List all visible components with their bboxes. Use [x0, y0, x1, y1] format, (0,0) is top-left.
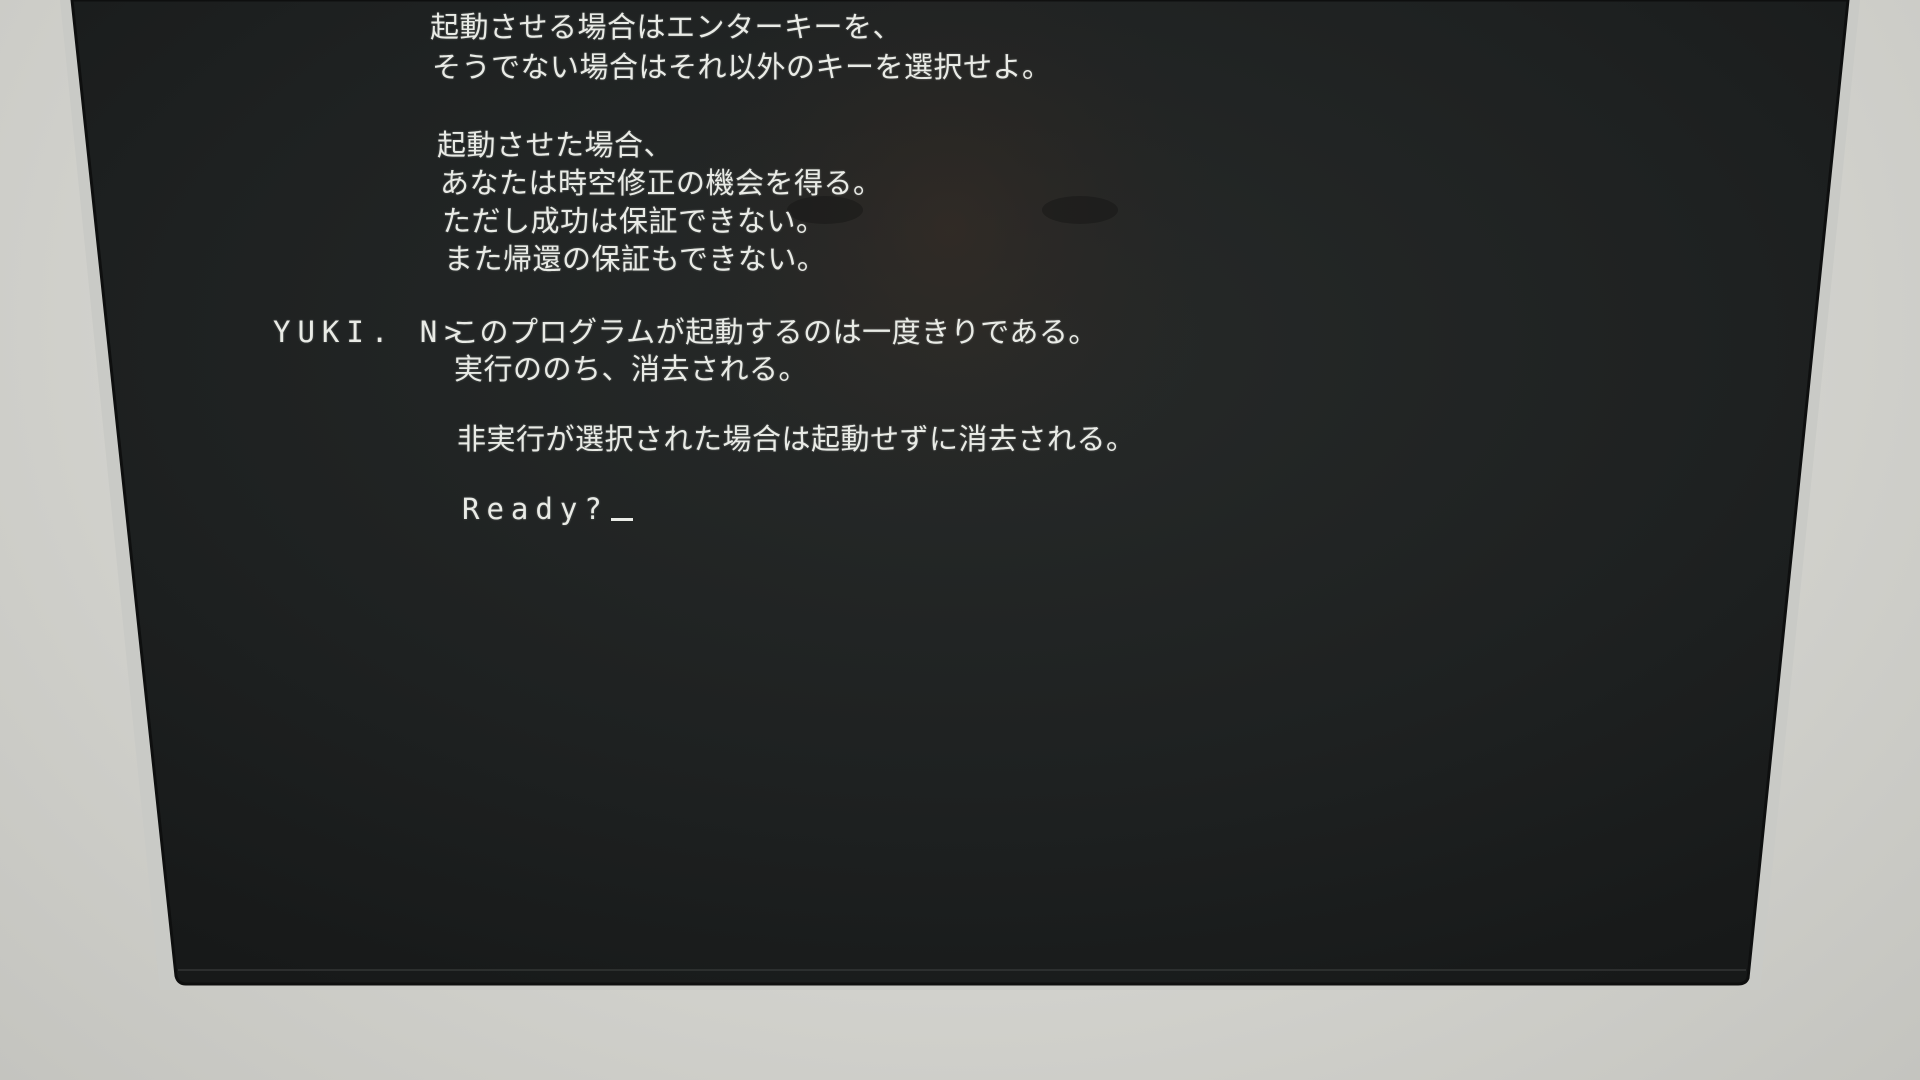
message-line: あなたは時空修正の機会を得る。 [440, 166, 883, 200]
text-cursor [610, 518, 633, 521]
message-line: このプログラムが起動するのは一度きりである。 [450, 315, 1098, 349]
message-line: そうでない場合はそれ以外のキーを選択せよ。 [432, 50, 1052, 84]
message-line: ただし成功は保証できない。 [442, 204, 826, 238]
prompt-text: Ready? [462, 492, 609, 526]
message-line: また帰還の保証もできない。 [444, 242, 827, 276]
terminal-text-area: 起動させる場合はエンターキーを、 そうでない場合はそれ以外のキーを選択せよ。 起… [0, 0, 1920, 1080]
message-line: 起動させる場合はエンターキーを、 [430, 10, 903, 44]
message-line: 実行ののち、消去される。 [454, 352, 809, 386]
sender-prefix: YUKI. N> [273, 315, 469, 349]
ready-prompt[interactable]: Ready? [462, 490, 633, 528]
message-line: 起動させた場合、 [437, 128, 674, 162]
crt-monitor-scene: 起動させる場合はエンターキーを、 そうでない場合はそれ以外のキーを選択せよ。 起… [0, 0, 1920, 1080]
message-line: 非実行が選択された場合は起動せずに消去される。 [457, 422, 1136, 456]
